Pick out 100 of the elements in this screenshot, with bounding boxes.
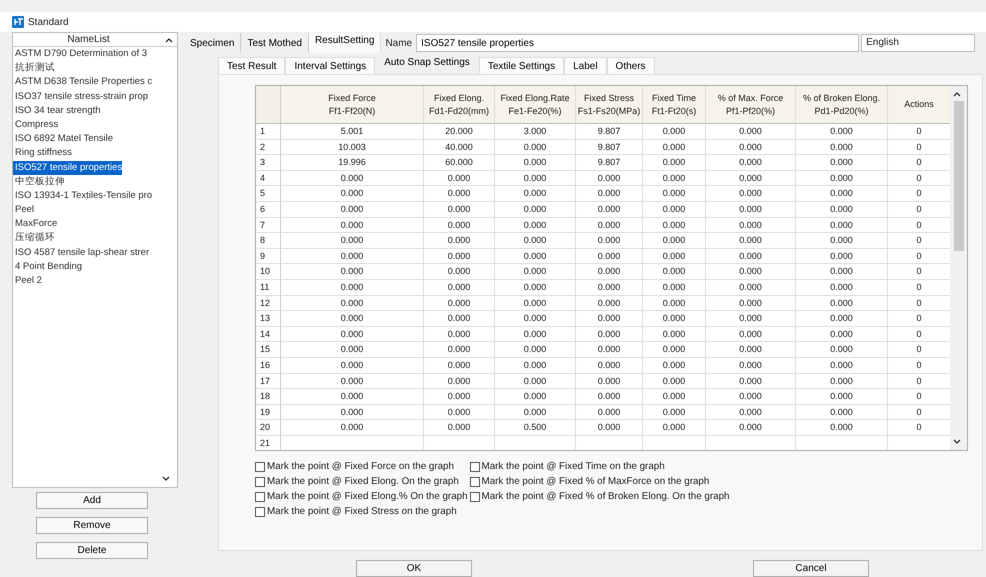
table-cell: 0.000	[281, 264, 424, 280]
checkbox[interactable]	[255, 506, 265, 516]
name-input[interactable]: ISO527 tensile properties	[416, 34, 860, 52]
table-cell: 0.000	[643, 218, 706, 234]
list-item[interactable]: ISO37 tensile stress-strain prop	[13, 90, 148, 104]
table-cell: 19.996	[281, 155, 424, 171]
table-cell: 0.000	[796, 264, 888, 280]
table-cell: 0.000	[424, 404, 495, 420]
table-cell: 0.000	[706, 326, 796, 342]
list-item[interactable]: ISO 34 tear strength	[13, 104, 101, 118]
row-number: 12	[256, 296, 281, 312]
table-cell: 0.000	[576, 218, 643, 234]
table-cell: 0.000	[643, 420, 706, 436]
list-item[interactable]: ISO 6892 Matel Tensile	[13, 132, 114, 146]
table-cell: 0.000	[495, 264, 576, 280]
table-cell: 0.000	[706, 358, 796, 374]
table-cell: 0.000	[706, 186, 796, 202]
list-item[interactable]: Peel	[13, 203, 34, 218]
checkbox[interactable]	[470, 462, 480, 472]
dialog-button[interactable]: Cancel	[753, 560, 869, 577]
column-header: Fixed Force Ff1-Ff20(N)	[281, 86, 424, 124]
tab[interactable]: Others	[606, 57, 655, 74]
row-number: 14	[256, 326, 281, 342]
table-cell: 0.000	[281, 311, 424, 327]
table-cell: 0.000	[495, 140, 576, 156]
list-item[interactable]: ASTM D790 Determination of 3	[13, 47, 148, 62]
table-cell: 0.000	[424, 186, 495, 202]
tab[interactable]: Interval Settings	[285, 57, 376, 74]
table-cell: 0.000	[796, 374, 888, 390]
table-cell: 0.000	[796, 124, 888, 140]
tab[interactable]: ResultSetting	[308, 33, 382, 53]
list-item[interactable]: MaxForce	[13, 217, 58, 232]
table-cell: 0.000	[424, 296, 495, 312]
list-item[interactable]: ISO527 tensile properties	[13, 160, 122, 175]
table-cell: 20.000	[424, 124, 495, 140]
table-corner	[256, 86, 281, 124]
list-item[interactable]: Compress	[13, 118, 58, 132]
checkbox[interactable]	[255, 462, 265, 472]
table-cell: 0.000	[796, 420, 888, 436]
table-cell: 0.000	[281, 358, 424, 374]
table-cell: 0.000	[706, 155, 796, 171]
checkbox-label: Mark the point @ Fixed % of MaxForce on the graph	[482, 476, 710, 487]
table-cell: 0.000	[495, 311, 576, 327]
list-item[interactable]: Peel 2	[13, 274, 42, 288]
list-item[interactable]: ASTM D638 Tensile Properties c	[13, 75, 152, 90]
list-item[interactable]: Ring stiffness	[13, 146, 72, 160]
list-item[interactable]: 4 Point Bending	[13, 260, 82, 274]
checkbox[interactable]	[470, 476, 480, 486]
table-cell: 0.000	[495, 155, 576, 171]
table-cell: 0.000	[643, 124, 706, 140]
table-cell: 0.000	[495, 342, 576, 358]
table-cell: 0.000	[424, 218, 495, 234]
checkbox-label: Mark the point @ Fixed Elong.% On the graph	[267, 491, 468, 502]
list-item[interactable]: ISO 4587 tensile lap-shear strer	[13, 246, 150, 260]
row-number: 17	[256, 374, 281, 390]
side-button[interactable]: Delete	[36, 542, 148, 559]
checkbox-label: Mark the point @ Fixed % of Broken Elong. On the graph	[482, 491, 730, 502]
row-number: 8	[256, 233, 281, 249]
table-cell: 0.000	[796, 248, 888, 264]
table-cell: 0.000	[643, 186, 706, 202]
table-cell: 0.000	[796, 326, 888, 342]
table-cell: 0.000	[281, 404, 424, 420]
list-item[interactable]: 中空板拉伸	[13, 174, 65, 189]
scrollbar-thumb[interactable]	[954, 101, 964, 251]
list-item[interactable]: 抗折测试	[13, 61, 55, 76]
table-cell: 0.000	[643, 248, 706, 264]
checkbox[interactable]	[255, 492, 265, 502]
table-cell: 0.000	[495, 186, 576, 202]
tab[interactable]: Textile Settings	[478, 57, 564, 74]
table-cell: 0.000	[495, 358, 576, 374]
side-button[interactable]: Remove	[36, 517, 148, 534]
tab[interactable]: Specimen	[184, 33, 242, 53]
tab[interactable]: Label	[564, 57, 607, 74]
table-cell: 0.000	[796, 155, 888, 171]
checkbox[interactable]	[470, 492, 480, 502]
table-cell: 0.000	[495, 326, 576, 342]
table-cell: 0.000	[706, 233, 796, 249]
row-number: 15	[256, 342, 281, 358]
table-cell: 0.000	[796, 389, 888, 405]
table-cell: 0.000	[706, 248, 796, 264]
table-cell: 0.000	[424, 202, 495, 218]
tab[interactable]: Test Result	[218, 57, 286, 74]
list-item[interactable]: 压缩循环	[13, 231, 55, 246]
checkbox[interactable]	[255, 476, 265, 486]
list-item[interactable]: ISO 13934-1 Textiles-Tensile pro	[13, 188, 152, 204]
table-cell: 0.000	[706, 420, 796, 436]
row-number: 16	[256, 358, 281, 374]
table-cell: 0.000	[281, 420, 424, 436]
table-cell: 0.000	[495, 280, 576, 296]
table-cell: 0.000	[706, 218, 796, 234]
row-number: 19	[256, 404, 281, 420]
table-cell: 0.000	[281, 248, 424, 264]
table-cell: 0.000	[796, 202, 888, 218]
side-button[interactable]: Add	[36, 492, 148, 509]
row-number: 1	[256, 124, 281, 140]
table-cell: 0.000	[281, 170, 424, 186]
table-cell: 0.000	[576, 342, 643, 358]
dialog-button[interactable]: OK	[356, 560, 472, 577]
table-cell: 0.000	[576, 264, 643, 280]
language-field[interactable]: English	[861, 34, 976, 52]
